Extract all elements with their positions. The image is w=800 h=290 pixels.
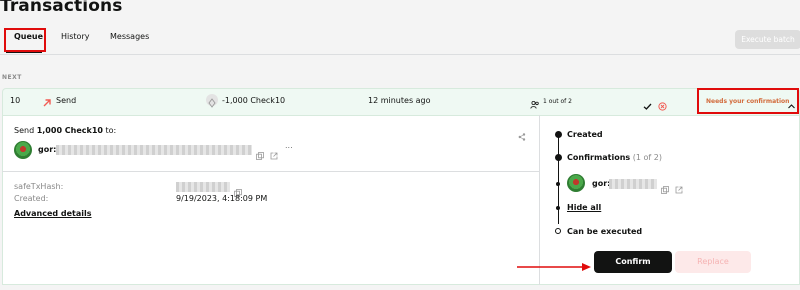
signer-address-redacted [609,179,657,189]
tx-status: Needs your confirmation [706,98,790,105]
confirm-button[interactable]: Confirm [594,251,672,273]
tab-bar: Queue History Messages [0,22,800,55]
send-amount: 1,000 Check10 [36,126,103,135]
hide-all-link[interactable]: Hide all [567,203,601,212]
created-status-icon [555,131,562,138]
timeline-confirmations: Confirmations (1 of 2) [567,153,662,162]
signer-external-link-icon[interactable] [675,179,683,194]
send-prefix: Send [14,126,37,135]
advanced-details-link[interactable]: Advanced details [14,209,92,218]
copy-hash-icon[interactable] [234,182,242,197]
send-arrow-icon [42,93,52,107]
timeline-line [558,160,559,224]
confirmations-label: Confirmations [567,153,631,162]
recipient-avatar [14,141,32,159]
signer-avatar [567,174,585,192]
tab-messages[interactable]: Messages [110,32,149,41]
external-link-icon[interactable] [270,145,278,160]
timeline-can-be-executed: Can be executed [567,227,643,236]
share-icon[interactable] [518,126,526,141]
created-label: Created: [14,194,49,203]
tx-time: 12 minutes ago [368,96,431,105]
send-summary: Send 1,000 Check10 to: [14,126,116,135]
tx-nonce: 10 [10,96,21,105]
timeline-created: Created [567,130,603,139]
tab-history[interactable]: History [61,32,89,41]
send-suffix: to: [102,126,117,135]
panel-divider-horizontal [2,171,539,172]
copy-icon[interactable] [256,145,264,160]
check-icon[interactable] [643,96,652,110]
page-title: Transactions [0,0,123,16]
chevron-up-icon[interactable] [787,96,796,109]
confirmations-count: (1 of 2) [632,153,662,162]
signers-icon [530,95,540,109]
can-be-executed-status-icon [555,228,561,234]
queue-section-label: NEXT [2,74,22,81]
hide-all-dot [556,206,560,210]
created-value: 9/19/2023, 4:18:09 PM [176,194,268,203]
safe-tx-hash-label: safeTxHash: [14,182,64,191]
confirmations-status-icon [555,154,562,161]
annotation-arrow [516,257,592,271]
tx-amount: -1,000 Check10 [222,96,286,105]
recipient-address-redacted [56,145,252,155]
tx-confirmations: 1 out of 2 [543,98,572,105]
more-options-button[interactable]: ... [285,141,293,150]
replace-button[interactable]: Replace [675,251,751,273]
execute-batch-button[interactable]: Execute batch [735,30,800,49]
signer-prefix: gor: [592,179,611,188]
tx-type-label: Send [56,96,77,105]
token-icon [206,94,218,108]
safe-tx-hash-value-redacted [176,182,230,192]
recipient-prefix: gor: [38,145,57,154]
copy-signer-icon[interactable] [661,179,669,194]
highlight-box-queue [4,28,46,52]
signer-dot [556,182,560,186]
reject-icon[interactable] [658,96,667,111]
